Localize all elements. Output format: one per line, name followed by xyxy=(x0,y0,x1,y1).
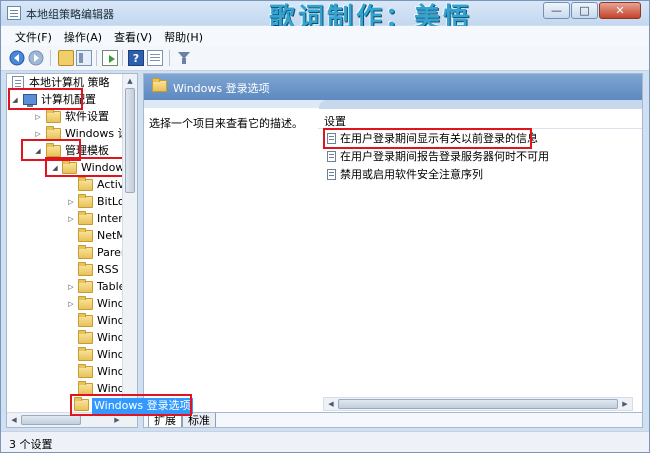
folder-icon xyxy=(78,381,93,395)
menu-view[interactable]: 查看(V) xyxy=(108,26,158,46)
policy-setting-icon xyxy=(327,169,336,180)
expand-arrow-icon[interactable]: ▷ xyxy=(33,126,43,142)
back-arrow-icon[interactable] xyxy=(9,50,25,66)
up-folder-icon[interactable] xyxy=(58,50,74,66)
collapse-arrow-icon[interactable]: ◢ xyxy=(50,160,60,176)
maximize-icon: □ xyxy=(579,4,590,17)
details-horizontal-scrollbar[interactable]: ◀ ▶ xyxy=(323,397,633,411)
tree-vertical-scrollbar[interactable]: ▲ ▼ xyxy=(122,74,137,412)
computer-icon xyxy=(23,94,37,107)
folder-icon xyxy=(78,347,93,361)
details-pane: Windows 登录选项 选择一个项目来查看它的描述。 设置 在用户登录期间显示… xyxy=(143,73,643,428)
scroll-up-icon[interactable]: ▲ xyxy=(123,74,137,88)
toolbar-separator xyxy=(169,50,170,66)
help-icon[interactable]: ? xyxy=(128,50,144,66)
toolbar-separator xyxy=(50,50,51,66)
policy-document-icon xyxy=(12,76,24,90)
scroll-thumb[interactable] xyxy=(338,399,618,409)
expand-arrow-icon[interactable]: ▷ xyxy=(66,296,76,312)
scroll-thumb[interactable] xyxy=(125,88,135,193)
folder-icon xyxy=(78,262,93,276)
toolbar-separator xyxy=(96,50,97,66)
folder-icon xyxy=(78,177,93,191)
expand-arrow-icon[interactable]: ▷ xyxy=(66,279,76,295)
tree-pane: 本地计算机 策略 ◢ 计算机配置 ▷ 软件设置 ▷ Windows 设置 ◢ 管… xyxy=(6,73,138,428)
close-button[interactable]: ✕ xyxy=(599,2,641,19)
policy-setting-icon xyxy=(327,133,336,144)
scroll-left-icon[interactable]: ◀ xyxy=(7,413,21,427)
tree-horizontal-scrollbar[interactable]: ◀ ▶ xyxy=(7,412,137,427)
title-bar: 本地组策略编辑器 歌词制作：美悟 — □ ✕ xyxy=(1,1,649,33)
window-title: 本地组策略编辑器 xyxy=(26,8,114,21)
collapse-arrow-icon[interactable]: ◢ xyxy=(33,143,43,159)
folder-icon xyxy=(78,296,93,310)
menu-file[interactable]: 文件(F) xyxy=(9,26,58,46)
app-window: 本地组策略编辑器 歌词制作：美悟 — □ ✕ 文件(F) 操作(A) 查看(V)… xyxy=(0,0,650,453)
folder-icon xyxy=(78,313,93,327)
tab-extended[interactable]: 扩展 xyxy=(148,413,182,427)
maximize-button[interactable]: □ xyxy=(571,2,598,19)
status-text: 3 个设置 xyxy=(9,438,53,451)
scroll-right-icon[interactable]: ▶ xyxy=(618,397,632,411)
folder-icon xyxy=(78,330,93,344)
menu-action[interactable]: 操作(A) xyxy=(58,26,108,46)
folder-icon xyxy=(78,211,93,225)
menu-help[interactable]: 帮助(H) xyxy=(158,26,209,46)
details-title: Windows 登录选项 xyxy=(173,82,270,95)
scroll-right-icon[interactable]: ▶ xyxy=(110,413,124,427)
folder-icon xyxy=(78,228,93,242)
header-band-accent xyxy=(319,100,642,109)
expand-arrow-icon[interactable]: ▷ xyxy=(66,194,76,210)
toolbar: ? xyxy=(1,46,649,71)
menu-bar: 文件(F) 操作(A) 查看(V) 帮助(H) xyxy=(1,26,649,46)
folder-icon xyxy=(62,160,77,174)
minimize-button[interactable]: — xyxy=(543,2,570,19)
forward-arrow-icon[interactable] xyxy=(28,50,44,66)
folder-icon xyxy=(78,194,93,208)
folder-icon xyxy=(152,78,167,92)
filter-icon[interactable] xyxy=(176,50,192,66)
folder-icon xyxy=(46,143,61,157)
minimize-icon: — xyxy=(551,4,562,17)
close-icon: ✕ xyxy=(615,4,625,17)
details-header: Windows 登录选项 xyxy=(144,74,642,100)
column-header-setting[interactable]: 设置 xyxy=(318,111,642,129)
folder-icon xyxy=(78,364,93,378)
description-text: 选择一个项目来查看它的描述。 xyxy=(149,117,303,130)
tab-standard[interactable]: 标准 xyxy=(182,413,216,427)
scroll-left-icon[interactable]: ◀ xyxy=(324,397,338,411)
policy-editor-icon xyxy=(7,6,21,20)
folder-icon xyxy=(78,279,93,293)
status-bar: 3 个设置 xyxy=(1,431,649,452)
policy-setting-icon xyxy=(327,151,336,162)
view-tabs: 扩展 标准 xyxy=(144,412,642,427)
properties-icon[interactable] xyxy=(147,50,163,66)
folder-icon xyxy=(78,245,93,259)
expand-arrow-icon[interactable]: ▷ xyxy=(66,211,76,227)
folder-icon xyxy=(74,397,89,411)
folder-icon xyxy=(46,109,61,123)
export-list-icon[interactable] xyxy=(102,50,118,66)
show-hide-tree-icon[interactable] xyxy=(76,50,92,66)
expand-arrow-icon[interactable]: ▷ xyxy=(33,109,43,125)
folder-icon xyxy=(46,126,61,140)
collapse-arrow-icon[interactable]: ◢ xyxy=(10,92,20,108)
toolbar-separator xyxy=(122,50,123,66)
scroll-thumb[interactable] xyxy=(21,415,81,425)
